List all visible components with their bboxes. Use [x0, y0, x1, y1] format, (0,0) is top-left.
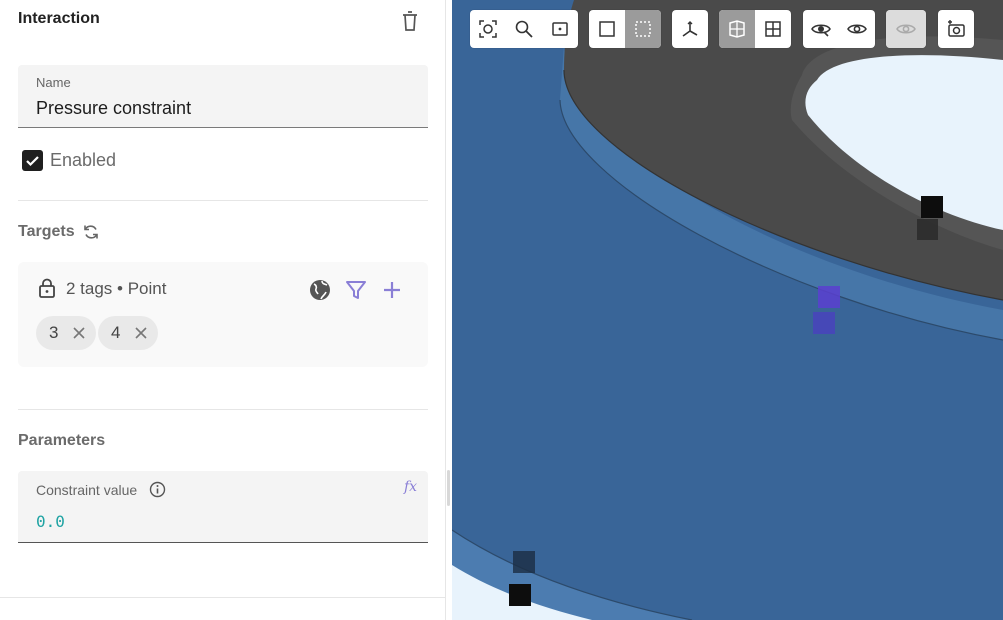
- info-icon[interactable]: [149, 481, 166, 498]
- interaction-panel: Interaction Name Pressure constraint Ena…: [0, 0, 445, 620]
- show-button[interactable]: [839, 10, 875, 48]
- axes-button[interactable]: [672, 10, 708, 48]
- select-dashed-box-icon: [635, 21, 651, 37]
- hidden-toolbar-group: [886, 10, 926, 48]
- hide-icon: [811, 24, 831, 37]
- layout-toolbar-group: [719, 10, 791, 48]
- section-divider: [0, 597, 445, 598]
- select-box-icon: [599, 21, 615, 37]
- lock-icon: [39, 278, 55, 298]
- zoom-to-fit-icon: [479, 20, 497, 38]
- constraint-value-label: Constraint value: [36, 482, 138, 498]
- axes-toolbar-group: [672, 10, 708, 48]
- filter-icon[interactable]: [345, 278, 367, 302]
- enabled-toggle[interactable]: Enabled: [22, 147, 116, 173]
- name-field-label: Name: [36, 75, 71, 90]
- show-icon: [847, 24, 867, 34]
- selected-point-marker[interactable]: [818, 286, 840, 308]
- visibility-toolbar-group: [803, 10, 875, 48]
- name-field-value[interactable]: Pressure constraint: [36, 98, 191, 119]
- refresh-icon[interactable]: [82, 223, 100, 241]
- point-marker[interactable]: [921, 196, 943, 218]
- section-view-button[interactable]: [719, 10, 755, 48]
- enabled-checkbox[interactable]: [22, 149, 43, 171]
- point-marker[interactable]: [509, 584, 531, 606]
- targets-box: 2 tags • Point 3 4: [18, 262, 428, 367]
- screenshot-button[interactable]: [938, 10, 974, 48]
- target-chip[interactable]: 4: [98, 316, 159, 350]
- screenshot-toolbar-group: [938, 10, 974, 48]
- name-field[interactable]: Name Pressure constraint: [18, 65, 428, 128]
- target-chip[interactable]: 3: [36, 316, 97, 350]
- axes-icon: [682, 21, 698, 37]
- screenshot-icon: [948, 20, 965, 37]
- parameters-title: Parameters: [18, 432, 106, 449]
- point-marker[interactable]: [513, 551, 535, 573]
- select-dashed-box-button[interactable]: [625, 10, 661, 48]
- target-chip-label: 4: [111, 323, 121, 342]
- grid-view-icon: [765, 21, 781, 37]
- selection-toolbar-group: [589, 10, 661, 48]
- constraint-value[interactable]: 0.0: [36, 512, 65, 531]
- zoom-to-selection-button[interactable]: [506, 10, 542, 48]
- targets-summary: 2 tags • Point: [66, 279, 167, 298]
- resize-handle[interactable]: [447, 470, 450, 506]
- zoom-region-button[interactable]: [542, 10, 578, 48]
- section-divider: [18, 409, 428, 410]
- zoom-region-icon: [552, 22, 568, 36]
- close-icon[interactable]: [72, 326, 86, 340]
- enabled-label: Enabled: [50, 149, 117, 170]
- model-render[interactable]: [452, 0, 1003, 620]
- constraint-value-field[interactable]: Constraint value fx 0.0: [18, 471, 428, 543]
- section-divider: [18, 200, 428, 201]
- show-hidden-button[interactable]: [886, 10, 926, 48]
- zoom-to-fit-button[interactable]: [470, 10, 506, 48]
- view-toolbar-group: [470, 10, 578, 48]
- grid-view-button[interactable]: [755, 10, 791, 48]
- check-icon: [26, 155, 39, 166]
- hidden-eye-icon: [896, 24, 916, 34]
- point-marker[interactable]: [917, 219, 938, 240]
- selected-point-marker[interactable]: [813, 312, 835, 334]
- delete-icon[interactable]: [400, 10, 420, 32]
- targets-title: Targets: [18, 223, 75, 240]
- zoom-to-selection-icon: [515, 20, 533, 38]
- hide-button[interactable]: [803, 10, 839, 48]
- globe-icon[interactable]: [308, 278, 332, 302]
- panel-divider: [445, 0, 446, 620]
- 3d-viewport[interactable]: [452, 0, 1003, 620]
- close-icon[interactable]: [134, 326, 148, 340]
- panel-title: Interaction: [18, 10, 100, 27]
- target-chip-label: 3: [49, 323, 59, 342]
- formula-button[interactable]: fx: [404, 479, 417, 495]
- add-target-icon[interactable]: [381, 278, 403, 302]
- select-box-button[interactable]: [589, 10, 625, 48]
- section-view-icon: [729, 20, 745, 38]
